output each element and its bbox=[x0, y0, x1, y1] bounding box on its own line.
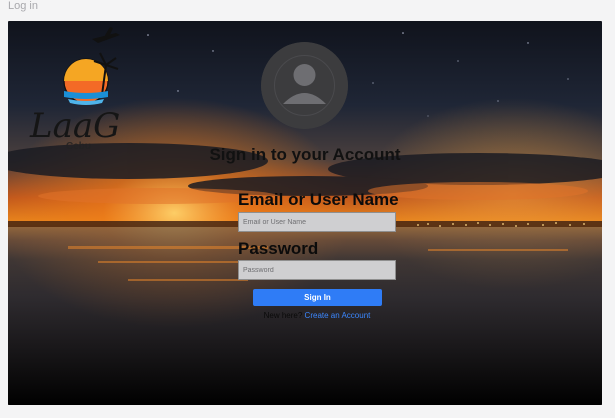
logo-script-text: LaaG bbox=[29, 106, 120, 146]
login-screen: LaaG Cebu Sign in to your Account Email … bbox=[8, 21, 602, 405]
sign-in-button[interactable]: Sign In bbox=[253, 289, 382, 306]
password-input[interactable] bbox=[238, 260, 396, 280]
user-avatar-icon bbox=[261, 42, 348, 129]
username-label: Email or User Name bbox=[238, 190, 399, 209]
signup-prompt: New here? Create an Account bbox=[8, 311, 602, 320]
password-label: Password bbox=[238, 239, 319, 258]
username-input[interactable] bbox=[238, 212, 396, 232]
window-title: Log in bbox=[8, 0, 38, 12]
create-account-link[interactable]: Create an Account bbox=[305, 311, 371, 320]
page-heading: Sign in to your Account bbox=[209, 145, 401, 164]
signup-prefix-text: New here? bbox=[263, 311, 303, 320]
laag-cebu-logo: LaaG Cebu bbox=[29, 27, 120, 152]
